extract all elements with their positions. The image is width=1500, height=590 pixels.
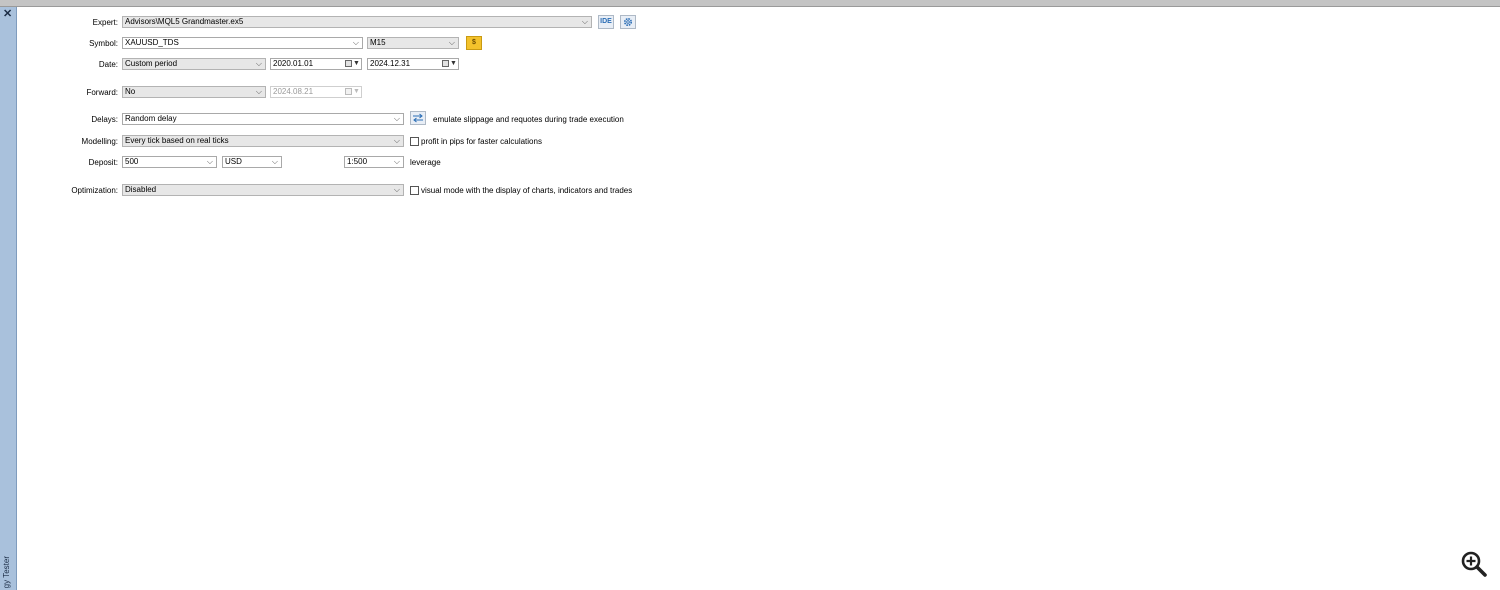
leverage-select[interactable]: 1:500 ⌵ (344, 156, 404, 168)
expert-settings-button[interactable] (620, 15, 636, 29)
modelling-label: Modelling: (81, 137, 118, 146)
leverage-value: 1:500 (347, 157, 368, 166)
forward-select[interactable]: No ⌵ (122, 86, 266, 98)
ide-button[interactable]: IDE (598, 15, 614, 29)
chevron-down-icon: ⌵ (255, 59, 262, 68)
visual-mode-label: visual mode with the display of charts, … (421, 186, 633, 195)
expert-value: Advisors\MQL5 Grandmaster.ex5 (125, 17, 244, 26)
chevron-down-icon: ⌵ (206, 157, 213, 166)
symbol-value: XAUUSD_TDS (125, 38, 179, 47)
window-top-bar (0, 0, 1500, 7)
forward-value: No (125, 87, 136, 96)
chevron-down-icon: ⌵ (271, 157, 278, 166)
calendar-icon[interactable]: ▼ (442, 60, 457, 68)
chevron-down-icon: ⌵ (393, 157, 400, 166)
forward-date-picker: 2024.08.21 ▼ (270, 86, 362, 98)
visual-mode-checkbox[interactable] (410, 186, 419, 195)
symbol-label: Symbol: (89, 39, 118, 48)
optimization-label: Optimization: (71, 186, 118, 195)
zoom-in-icon[interactable] (1460, 550, 1488, 578)
chevron-down-icon: ⌵ (581, 17, 588, 26)
gear-icon (623, 17, 633, 27)
delays-settings-button[interactable] (410, 111, 426, 125)
currency-select[interactable]: USD ⌵ (222, 156, 282, 168)
delays-description: emulate slippage and requotes during tra… (433, 115, 624, 124)
deposit-label: Deposit: (88, 158, 118, 167)
timeframe-value: M15 (370, 38, 386, 47)
dollar-icon: $ (472, 39, 476, 46)
date-from-picker[interactable]: 2020.01.01 ▼ (270, 58, 362, 70)
chevron-down-icon: ⌵ (393, 114, 400, 123)
chevron-down-icon: ⌵ (393, 185, 400, 194)
modelling-value: Every tick based on real ticks (125, 136, 229, 145)
date-mode-select[interactable]: Custom period ⌵ (122, 58, 266, 70)
chevron-down-icon: ⌵ (393, 136, 400, 145)
date-mode-value: Custom period (125, 59, 178, 68)
date-from-value: 2020.01.01 (273, 59, 314, 68)
symbol-select[interactable]: XAUUSD_TDS ⌵ (122, 37, 363, 49)
calendar-icon: ▼ (345, 88, 360, 96)
expert-select[interactable]: Advisors\MQL5 Grandmaster.ex5 ⌵ (122, 16, 592, 28)
deposit-select[interactable]: 500 ⌵ (122, 156, 217, 168)
delays-select[interactable]: Random delay ⌵ (122, 113, 404, 125)
swap-arrows-icon (413, 113, 423, 123)
modelling-select[interactable]: Every tick based on real ticks ⌵ (122, 135, 404, 147)
forward-date-value: 2024.08.21 (273, 87, 314, 96)
chevron-down-icon: ⌵ (255, 87, 262, 96)
optimization-value: Disabled (125, 185, 157, 194)
timeframe-select[interactable]: M15 ⌵ (367, 37, 459, 49)
profit-in-pips-checkbox[interactable] (410, 137, 419, 146)
chevron-down-icon: ⌵ (352, 38, 359, 47)
deposit-value: 500 (125, 157, 139, 166)
expert-label: Expert: (92, 18, 118, 27)
date-label: Date: (98, 60, 118, 69)
calendar-icon[interactable]: ▼ (345, 60, 360, 68)
profit-in-pips-label: profit in pips for faster calculations (421, 137, 542, 146)
forward-label: Forward: (86, 88, 118, 97)
date-to-picker[interactable]: 2024.12.31 ▼ (367, 58, 459, 70)
leverage-label: leverage (410, 158, 441, 167)
chevron-down-icon: ⌵ (448, 38, 455, 47)
delays-label: Delays: (91, 115, 118, 124)
symbol-specification-button[interactable]: $ (466, 36, 482, 50)
side-panel-title: gy Tester (2, 555, 11, 588)
date-to-value: 2024.12.31 (370, 59, 411, 68)
optimization-select[interactable]: Disabled ⌵ (122, 184, 404, 196)
delays-value: Random delay (125, 114, 177, 123)
currency-value: USD (225, 157, 242, 166)
